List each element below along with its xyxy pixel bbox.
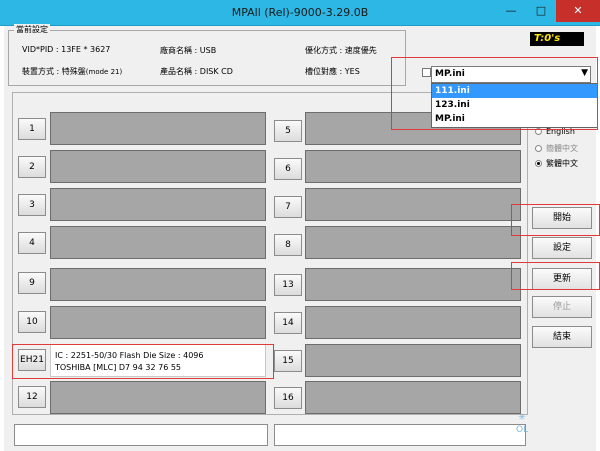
port-slot-12: [50, 381, 266, 414]
port-button-9[interactable]: 9: [18, 272, 46, 294]
port-slot-14: [305, 306, 521, 339]
current-settings-title: 當前設定: [14, 24, 50, 35]
port-button-8[interactable]: 8: [274, 234, 302, 256]
device-mode-number: (mode 21): [85, 68, 123, 76]
slot-map-info: 槽位對應 : YES: [305, 67, 360, 76]
maximize-button[interactable]: □: [526, 0, 556, 22]
port-slot-13: [305, 268, 521, 301]
port-button-16[interactable]: 16: [274, 387, 302, 409]
product-info: 產品名稱 : DISK CD: [160, 67, 233, 76]
language-simplified[interactable]: 簡體中文: [535, 143, 578, 154]
close-button[interactable]: ✕: [556, 0, 600, 22]
port-slot-2: [50, 150, 266, 183]
device-mode-text: 裝置方式 : 特殊盤: [22, 67, 86, 76]
port-slot-4: [50, 226, 266, 259]
port-button-1[interactable]: 1: [18, 118, 46, 140]
highlight-eh21-port: [12, 344, 274, 379]
port-slot-8: [305, 226, 521, 259]
settings-button[interactable]: 設定: [532, 237, 592, 259]
port-slot-1: [50, 112, 266, 145]
port-button-14[interactable]: 14: [274, 312, 302, 334]
highlight-update-button: [511, 262, 600, 290]
vendor-info: 廠商名稱 : USB: [160, 46, 217, 55]
port-slot-10: [50, 306, 266, 339]
title-bar: MPAll (Rel)-9000-3.29.0B — □ ✕: [0, 0, 600, 26]
current-settings-group: [8, 30, 406, 86]
port-slot-3: [50, 188, 266, 221]
port-slot-7: [305, 188, 521, 221]
device-mode-info: 裝置方式 : 特殊盤(mode 21): [22, 66, 122, 77]
language-traditional[interactable]: 繁體中文: [535, 158, 578, 169]
highlight-start-button: [511, 204, 600, 236]
stop-button[interactable]: 停止: [532, 296, 592, 318]
port-button-6[interactable]: 6: [274, 158, 302, 180]
port-button-4[interactable]: 4: [18, 232, 46, 254]
language-traditional-label: 繁體中文: [546, 159, 578, 168]
log-box-left: [14, 424, 268, 446]
timer-display: T:0's: [530, 32, 584, 46]
port-slot-16: [305, 381, 521, 414]
port-button-2[interactable]: 2: [18, 156, 46, 178]
watermark-icon: ✳ OL: [515, 413, 529, 435]
log-box-right: [274, 424, 526, 446]
port-button-10[interactable]: 10: [18, 311, 46, 333]
optimization-info: 優化方式 : 速度優先: [305, 46, 377, 55]
exit-button[interactable]: 結束: [532, 326, 592, 348]
port-button-13[interactable]: 13: [274, 274, 302, 296]
radio-icon[interactable]: [535, 145, 542, 152]
radio-selected-icon[interactable]: [535, 160, 542, 167]
port-slot-9: [50, 268, 266, 301]
port-button-5[interactable]: 5: [274, 120, 302, 142]
port-button-15[interactable]: 15: [274, 350, 302, 372]
highlight-ini-selector: [391, 57, 598, 130]
port-slot-6: [305, 150, 521, 183]
port-slot-15: [305, 344, 521, 377]
port-button-12[interactable]: 12: [18, 386, 46, 408]
vidpid-info: VID*PID : 13FE * 3627: [22, 45, 111, 54]
port-button-3[interactable]: 3: [18, 194, 46, 216]
port-button-7[interactable]: 7: [274, 196, 302, 218]
minimize-button[interactable]: —: [496, 0, 526, 22]
language-simplified-label: 簡體中文: [546, 144, 578, 153]
